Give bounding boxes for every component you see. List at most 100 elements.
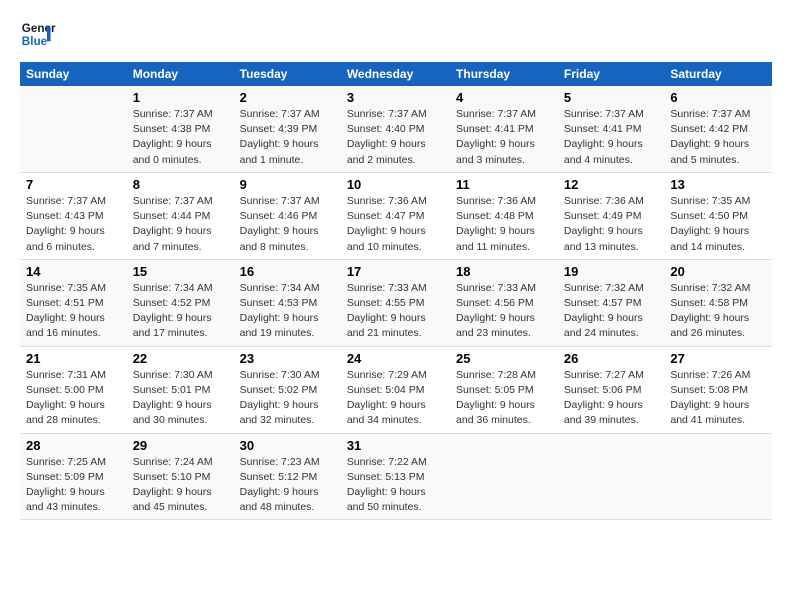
cell-week4-day2: 22Sunrise: 7:30 AMSunset: 5:01 PMDayligh… bbox=[127, 346, 234, 433]
cell-week2-day1: 7 Sunrise: 7:37 AMSunset: 4:43 PMDaylight… bbox=[20, 172, 127, 259]
cell-week5-day6 bbox=[558, 433, 664, 520]
day-info: Sunrise: 7:34 AMSunset: 4:53 PMDaylight:… bbox=[240, 281, 335, 342]
day-info: Sunrise: 7:34 AMSunset: 4:52 PMDaylight:… bbox=[133, 281, 228, 342]
cell-week5-day7 bbox=[664, 433, 772, 520]
day-info: Sunrise: 7:37 AMSunset: 4:43 PMDaylight:… bbox=[26, 194, 121, 255]
day-info: Sunrise: 7:31 AMSunset: 5:00 PMDaylight:… bbox=[26, 368, 121, 429]
week-row-2: 7 Sunrise: 7:37 AMSunset: 4:43 PMDaylight… bbox=[20, 172, 772, 259]
logo-icon: General Blue bbox=[20, 16, 56, 52]
day-info: Sunrise: 7:22 AMSunset: 5:13 PMDaylight:… bbox=[347, 455, 444, 516]
cell-week3-day4: 17 Sunrise: 7:33 AMSunset: 4:55 PMDayligh… bbox=[341, 259, 450, 346]
header: General Blue bbox=[20, 16, 772, 52]
day-info: Sunrise: 7:33 AMSunset: 4:56 PMDaylight:… bbox=[456, 281, 552, 342]
cell-week4-day3: 23 Sunrise: 7:30 AMSunset: 5:02 PMDayligh… bbox=[234, 346, 341, 433]
cell-week3-day3: 16Sunrise: 7:34 AMSunset: 4:53 PMDayligh… bbox=[234, 259, 341, 346]
day-info: Sunrise: 7:37 AMSunset: 4:42 PMDaylight:… bbox=[670, 107, 766, 168]
day-number: 6 bbox=[670, 90, 766, 105]
cell-week4-day7: 27Sunrise: 7:26 AMSunset: 5:08 PMDayligh… bbox=[664, 346, 772, 433]
day-number: 5 bbox=[564, 90, 658, 105]
day-info: Sunrise: 7:36 AMSunset: 4:49 PMDaylight:… bbox=[564, 194, 658, 255]
day-info: Sunrise: 7:24 AMSunset: 5:10 PMDaylight:… bbox=[133, 455, 228, 516]
cell-week4-day1: 21Sunrise: 7:31 AMSunset: 5:00 PMDayligh… bbox=[20, 346, 127, 433]
day-number: 7 bbox=[26, 177, 121, 192]
day-info: Sunrise: 7:37 AMSunset: 4:41 PMDaylight:… bbox=[456, 107, 552, 168]
svg-text:Blue: Blue bbox=[22, 35, 48, 48]
col-header-monday: Monday bbox=[127, 62, 234, 86]
header-row: SundayMondayTuesdayWednesdayThursdayFrid… bbox=[20, 62, 772, 86]
cell-week5-day2: 29 Sunrise: 7:24 AMSunset: 5:10 PMDayligh… bbox=[127, 433, 234, 520]
col-header-saturday: Saturday bbox=[664, 62, 772, 86]
day-number: 11 bbox=[456, 177, 552, 192]
cell-week4-day4: 24Sunrise: 7:29 AMSunset: 5:04 PMDayligh… bbox=[341, 346, 450, 433]
day-info: Sunrise: 7:35 AMSunset: 4:50 PMDaylight:… bbox=[670, 194, 766, 255]
day-info: Sunrise: 7:36 AMSunset: 4:48 PMDaylight:… bbox=[456, 194, 552, 255]
day-number: 19 bbox=[564, 264, 658, 279]
day-number: 20 bbox=[670, 264, 766, 279]
day-info: Sunrise: 7:32 AMSunset: 4:58 PMDaylight:… bbox=[670, 281, 766, 342]
day-info: Sunrise: 7:37 AMSunset: 4:46 PMDaylight:… bbox=[240, 194, 335, 255]
col-header-sunday: Sunday bbox=[20, 62, 127, 86]
day-info: Sunrise: 7:37 AMSunset: 4:41 PMDaylight:… bbox=[564, 107, 658, 168]
day-number: 1 bbox=[133, 90, 228, 105]
day-number: 14 bbox=[26, 264, 121, 279]
day-number: 26 bbox=[564, 351, 658, 366]
day-number: 23 bbox=[240, 351, 335, 366]
day-info: Sunrise: 7:37 AMSunset: 4:39 PMDaylight:… bbox=[240, 107, 335, 168]
calendar-table: SundayMondayTuesdayWednesdayThursdayFrid… bbox=[20, 62, 772, 520]
col-header-thursday: Thursday bbox=[450, 62, 558, 86]
day-info: Sunrise: 7:27 AMSunset: 5:06 PMDaylight:… bbox=[564, 368, 658, 429]
col-header-friday: Friday bbox=[558, 62, 664, 86]
cell-week5-day1: 28Sunrise: 7:25 AMSunset: 5:09 PMDayligh… bbox=[20, 433, 127, 520]
day-info: Sunrise: 7:23 AMSunset: 5:12 PMDaylight:… bbox=[240, 455, 335, 516]
day-info: Sunrise: 7:30 AMSunset: 5:02 PMDaylight:… bbox=[240, 368, 335, 429]
day-number: 18 bbox=[456, 264, 552, 279]
day-number: 12 bbox=[564, 177, 658, 192]
cell-week1-day6: 5 Sunrise: 7:37 AMSunset: 4:41 PMDaylight… bbox=[558, 86, 664, 172]
cell-week1-day3: 2 Sunrise: 7:37 AMSunset: 4:39 PMDaylight… bbox=[234, 86, 341, 172]
day-number: 29 bbox=[133, 438, 228, 453]
cell-week2-day3: 9 Sunrise: 7:37 AMSunset: 4:46 PMDaylight… bbox=[234, 172, 341, 259]
day-number: 9 bbox=[240, 177, 335, 192]
day-number: 30 bbox=[240, 438, 335, 453]
day-info: Sunrise: 7:37 AMSunset: 4:44 PMDaylight:… bbox=[133, 194, 228, 255]
day-info: Sunrise: 7:37 AMSunset: 4:38 PMDaylight:… bbox=[133, 107, 228, 168]
cell-week2-day4: 10 Sunrise: 7:36 AMSunset: 4:47 PMDayligh… bbox=[341, 172, 450, 259]
cell-week5-day4: 31Sunrise: 7:22 AMSunset: 5:13 PMDayligh… bbox=[341, 433, 450, 520]
week-row-4: 21Sunrise: 7:31 AMSunset: 5:00 PMDayligh… bbox=[20, 346, 772, 433]
day-info: Sunrise: 7:25 AMSunset: 5:09 PMDaylight:… bbox=[26, 455, 121, 516]
week-row-3: 14 Sunrise: 7:35 AMSunset: 4:51 PMDayligh… bbox=[20, 259, 772, 346]
cell-week3-day6: 19Sunrise: 7:32 AMSunset: 4:57 PMDayligh… bbox=[558, 259, 664, 346]
week-row-5: 28Sunrise: 7:25 AMSunset: 5:09 PMDayligh… bbox=[20, 433, 772, 520]
day-number: 22 bbox=[133, 351, 228, 366]
cell-week1-day7: 6 Sunrise: 7:37 AMSunset: 4:42 PMDaylight… bbox=[664, 86, 772, 172]
day-number: 15 bbox=[133, 264, 228, 279]
cell-week2-day5: 11 Sunrise: 7:36 AMSunset: 4:48 PMDayligh… bbox=[450, 172, 558, 259]
day-number: 13 bbox=[670, 177, 766, 192]
col-header-wednesday: Wednesday bbox=[341, 62, 450, 86]
day-info: Sunrise: 7:37 AMSunset: 4:40 PMDaylight:… bbox=[347, 107, 444, 168]
week-row-1: 1 Sunrise: 7:37 AMSunset: 4:38 PMDaylight… bbox=[20, 86, 772, 172]
cell-week2-day2: 8 Sunrise: 7:37 AMSunset: 4:44 PMDaylight… bbox=[127, 172, 234, 259]
day-info: Sunrise: 7:26 AMSunset: 5:08 PMDaylight:… bbox=[670, 368, 766, 429]
day-number: 10 bbox=[347, 177, 444, 192]
day-number: 17 bbox=[347, 264, 444, 279]
day-number: 8 bbox=[133, 177, 228, 192]
day-info: Sunrise: 7:35 AMSunset: 4:51 PMDaylight:… bbox=[26, 281, 121, 342]
day-info: Sunrise: 7:33 AMSunset: 4:55 PMDaylight:… bbox=[347, 281, 444, 342]
cell-week3-day5: 18 Sunrise: 7:33 AMSunset: 4:56 PMDayligh… bbox=[450, 259, 558, 346]
page-container: General Blue SundayMondayTuesdayWednesda… bbox=[0, 0, 792, 530]
cell-week1-day1 bbox=[20, 86, 127, 172]
day-number: 24 bbox=[347, 351, 444, 366]
day-number: 3 bbox=[347, 90, 444, 105]
cell-week3-day1: 14 Sunrise: 7:35 AMSunset: 4:51 PMDayligh… bbox=[20, 259, 127, 346]
day-info: Sunrise: 7:36 AMSunset: 4:47 PMDaylight:… bbox=[347, 194, 444, 255]
cell-week5-day3: 30 Sunrise: 7:23 AMSunset: 5:12 PMDayligh… bbox=[234, 433, 341, 520]
cell-week2-day7: 13 Sunrise: 7:35 AMSunset: 4:50 PMDayligh… bbox=[664, 172, 772, 259]
cell-week1-day2: 1 Sunrise: 7:37 AMSunset: 4:38 PMDaylight… bbox=[127, 86, 234, 172]
day-number: 2 bbox=[240, 90, 335, 105]
cell-week4-day6: 26 Sunrise: 7:27 AMSunset: 5:06 PMDayligh… bbox=[558, 346, 664, 433]
cell-week5-day5 bbox=[450, 433, 558, 520]
cell-week3-day7: 20 Sunrise: 7:32 AMSunset: 4:58 PMDayligh… bbox=[664, 259, 772, 346]
day-number: 4 bbox=[456, 90, 552, 105]
cell-week4-day5: 25Sunrise: 7:28 AMSunset: 5:05 PMDayligh… bbox=[450, 346, 558, 433]
